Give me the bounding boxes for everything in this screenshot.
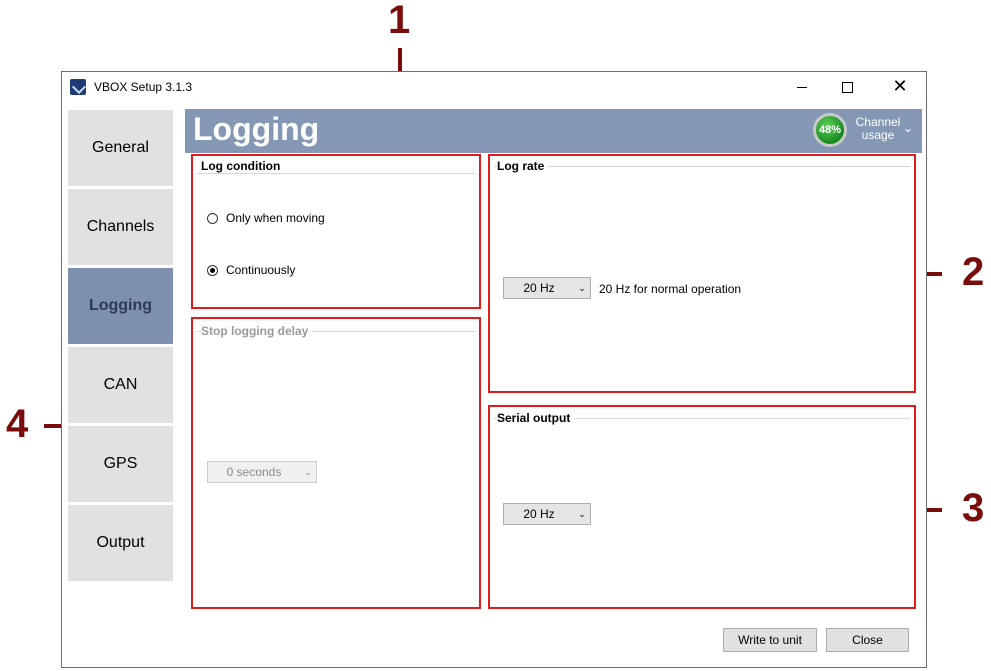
- app-window: VBOX Setup 3.1.3 ✕ General Channels Logg…: [61, 71, 927, 668]
- callout-4: 4: [6, 402, 29, 446]
- channel-usage-label[interactable]: Channel usage: [853, 116, 903, 142]
- write-to-unit-button[interactable]: Write to unit: [723, 628, 817, 652]
- callout-1: 1: [388, 0, 411, 42]
- radio-continuously[interactable]: Continuously: [207, 263, 295, 277]
- nav-item-output[interactable]: Output: [68, 505, 173, 581]
- chevron-down-icon: ⌄: [578, 282, 586, 293]
- serial-output-title: Serial output: [497, 411, 575, 425]
- stop-delay-select: 0 seconds ⌄: [207, 461, 317, 483]
- close-button[interactable]: Close: [826, 628, 909, 652]
- serial-output-select[interactable]: 20 Hz ⌄: [503, 503, 591, 525]
- log-rate-highlight: [488, 154, 916, 393]
- stop-logging-delay-title: Stop logging delay: [201, 324, 313, 338]
- maximize-button[interactable]: [824, 72, 870, 102]
- log-rate-select[interactable]: 20 Hz ⌄: [503, 277, 591, 299]
- nav-item-gps[interactable]: GPS: [68, 426, 173, 502]
- stop-delay-value: 0 seconds: [226, 465, 282, 479]
- close-icon: ✕: [892, 76, 908, 97]
- minimize-icon: [797, 86, 807, 88]
- window-title: VBOX Setup 3.1.3: [94, 80, 193, 94]
- log-condition-divider: [197, 173, 475, 174]
- chevron-down-icon: ⌄: [304, 466, 312, 477]
- log-rate-divider: [494, 166, 910, 167]
- callout-2: 2: [962, 250, 985, 294]
- radio-button-checked[interactable]: [207, 264, 218, 276]
- log-rate-title: Log rate: [497, 159, 549, 173]
- radio-button-unchecked[interactable]: [207, 212, 218, 224]
- log-rate-note: 20 Hz for normal operation: [599, 282, 742, 296]
- channel-usage-gauge[interactable]: 48%: [813, 113, 847, 147]
- app-logo-icon: [70, 79, 86, 95]
- channel-usage-label-line2: usage: [861, 128, 895, 142]
- radio-label: Only when moving: [226, 211, 325, 225]
- chevron-down-icon[interactable]: ⌄: [903, 121, 913, 135]
- radio-only-when-moving[interactable]: Only when moving: [207, 211, 325, 225]
- log-rate-value: 20 Hz: [523, 281, 555, 295]
- nav-item-general[interactable]: General: [68, 110, 173, 186]
- page-title: Logging: [193, 111, 320, 147]
- log-condition-highlight: [191, 154, 481, 309]
- chevron-down-icon: ⌄: [578, 508, 586, 519]
- close-window-button[interactable]: ✕: [877, 72, 923, 102]
- radio-label: Continuously: [226, 263, 296, 277]
- nav-item-can[interactable]: CAN: [68, 347, 173, 423]
- callout-3: 3: [962, 486, 985, 530]
- nav-item-channels[interactable]: Channels: [68, 189, 173, 265]
- page-header: Logging 48% Channel usage ⌄: [185, 109, 922, 153]
- maximize-icon: [841, 81, 853, 93]
- radio-selected-dot: [210, 267, 215, 273]
- nav-item-logging[interactable]: Logging: [68, 268, 173, 344]
- log-condition-title: Log condition: [201, 159, 285, 173]
- minimize-button[interactable]: [779, 72, 825, 102]
- serial-output-value: 20 Hz: [523, 507, 555, 521]
